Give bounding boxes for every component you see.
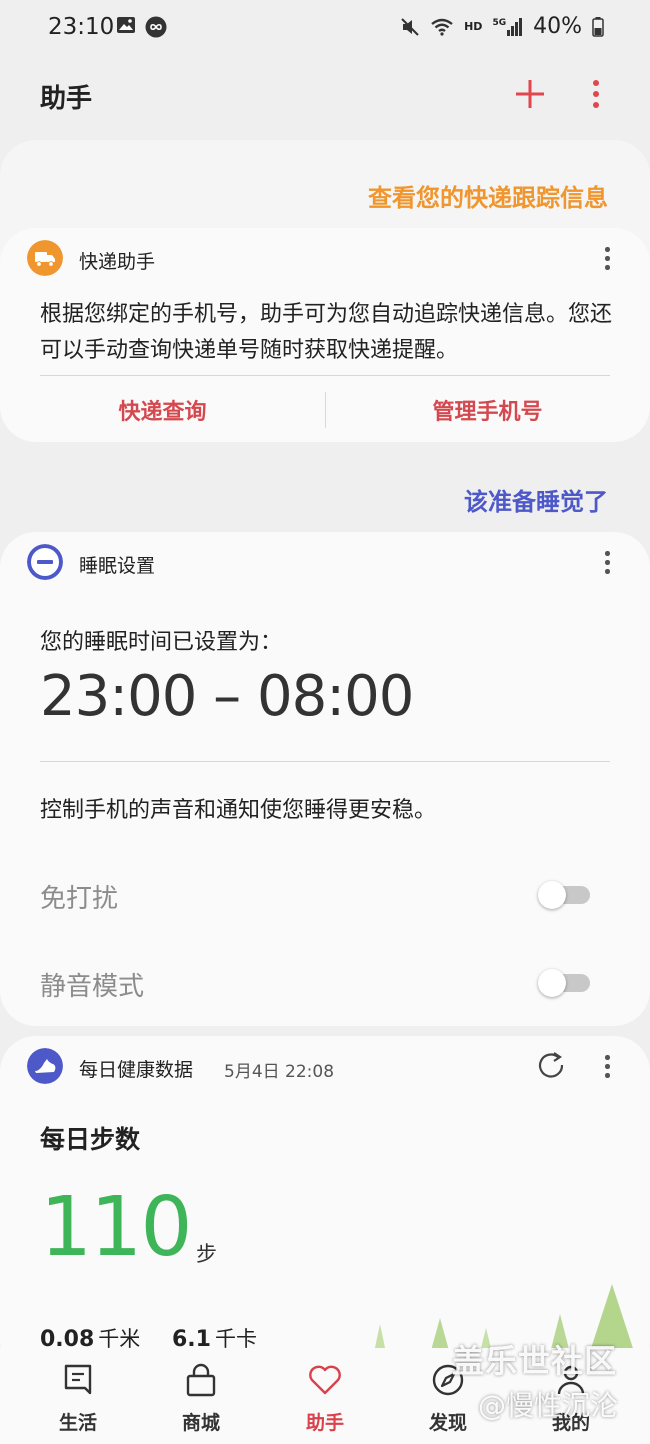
- more-options-button[interactable]: [584, 76, 608, 112]
- signal-icon: 5G: [492, 17, 523, 36]
- package-card-title: 快递助手: [79, 251, 156, 273]
- steps-unit: 步: [196, 1242, 217, 1266]
- nav-label-life: 生活: [58, 1412, 97, 1434]
- package-truck-icon: [27, 240, 63, 276]
- running-shoe-icon: [27, 1048, 63, 1084]
- package-card-more-button[interactable]: [598, 244, 616, 274]
- signal-type-label: 5G: [492, 17, 507, 28]
- add-button[interactable]: [512, 76, 548, 112]
- sleep-card-more-button[interactable]: [598, 548, 616, 578]
- package-description: 根据您绑定的手机号，助手可为您自动追踪快递信息。您还可以手动查询快递单号随时获取…: [40, 302, 613, 363]
- steps-count: 110: [40, 1180, 193, 1275]
- wifi-icon: [431, 18, 453, 36]
- nav-item-assistant[interactable]: 助手: [275, 1348, 375, 1444]
- page-title: 助手: [40, 84, 93, 114]
- health-timestamp: 5月4日 22:08: [224, 1062, 335, 1082]
- manage-phone-button[interactable]: 管理手机号: [395, 394, 580, 426]
- status-bar: 23:10 HD 5G 40%: [0, 0, 650, 56]
- sleep-time-range: 23:00 – 08:00: [40, 664, 414, 729]
- health-card: 每日健康数据 5月4日 22:08 每日步数 110 步 0.08 千米 6.1…: [0, 1036, 650, 1376]
- health-card-more-button[interactable]: [598, 1052, 616, 1082]
- nav-label-mall: 商城: [181, 1412, 220, 1434]
- package-section-title[interactable]: 查看您的快递跟踪信息: [368, 178, 608, 213]
- silent-mode-toggle[interactable]: [538, 969, 590, 997]
- battery-icon: [592, 16, 604, 37]
- action-separator: [325, 392, 326, 428]
- app-bar: 助手: [0, 60, 650, 130]
- status-icons: HD 5G 40%: [400, 14, 604, 39]
- clock: 23:10: [48, 14, 115, 40]
- infinity-icon: [145, 16, 167, 38]
- do-not-disturb-toggle[interactable]: [538, 881, 590, 909]
- nav-item-life[interactable]: 生活: [28, 1348, 128, 1444]
- sleep-card-title: 睡眠设置: [79, 555, 156, 577]
- network-label: HD: [464, 20, 483, 33]
- silent-mode-label: 静音模式: [40, 972, 145, 1002]
- sleep-section-title[interactable]: 该准备睡觉了: [464, 482, 608, 517]
- watermark-community: 盖乐世社区: [452, 1342, 618, 1380]
- sleep-note: 控制手机的声音和通知使您睡得更安稳。: [40, 798, 437, 823]
- sleep-card: 睡眠设置 您的睡眠时间已设置为： 23:00 – 08:00 控制手机的声音和通…: [0, 532, 650, 1026]
- sleep-divider: [40, 761, 610, 762]
- sleep-do-not-disturb-icon: [27, 544, 63, 580]
- watermark-author: @慢性沉沦: [478, 1389, 619, 1422]
- gallery-icon: [117, 17, 135, 33]
- do-not-disturb-label: 免打扰: [40, 884, 119, 914]
- health-card-title: 每日健康数据: [79, 1059, 194, 1081]
- package-query-button[interactable]: 快递查询: [80, 394, 245, 426]
- package-divider: [40, 375, 610, 376]
- bookmark-icon: [64, 1364, 92, 1395]
- sleep-time-label: 您的睡眠时间已设置为：: [40, 630, 283, 655]
- nav-item-mall[interactable]: 商城: [151, 1348, 251, 1444]
- mute-icon: [401, 17, 419, 36]
- shopping-bag-icon: [186, 1363, 216, 1397]
- refresh-button[interactable]: [536, 1050, 566, 1080]
- steps-title: 每日步数: [40, 1125, 141, 1154]
- battery-percentage: 40%: [533, 14, 582, 39]
- nav-label-assistant: 助手: [305, 1412, 344, 1434]
- heart-icon: [309, 1365, 341, 1395]
- package-card: 快递助手 根据您绑定的手机号，助手可为您自动追踪快递信息。您还可以手动查询快递单…: [0, 228, 650, 442]
